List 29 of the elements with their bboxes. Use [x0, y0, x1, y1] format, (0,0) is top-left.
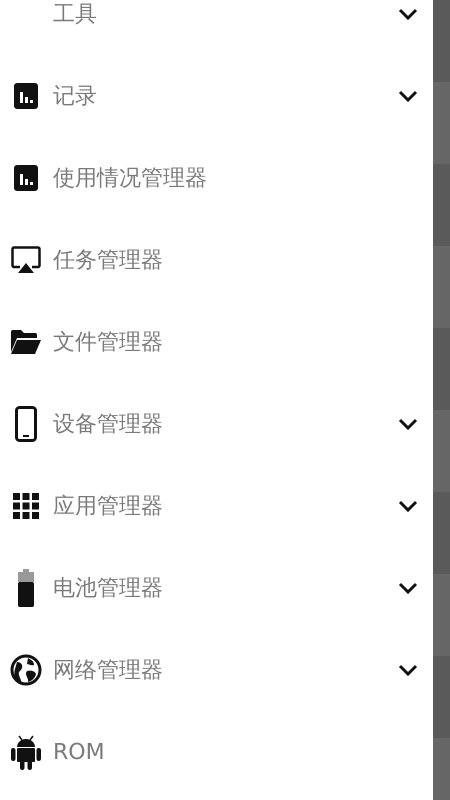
drawer-item[interactable]: 任务管理器 [0, 219, 433, 301]
battery-icon [18, 569, 34, 607]
globe-icon [10, 654, 42, 686]
drawer-item[interactable]: ROM [0, 711, 433, 793]
grid-icon [13, 493, 39, 519]
drawer-item[interactable]: 文件管理器 [0, 301, 433, 383]
item-label: 应用管理器 [53, 492, 164, 520]
item-label: 使用情况管理器 [53, 164, 208, 192]
item-label: 电池管理器 [53, 574, 164, 602]
item-label: 记录 [53, 82, 98, 110]
screen-cast-icon [11, 246, 41, 274]
drawer-item[interactable]: 工具 [0, 0, 433, 55]
drawer-item[interactable]: 使用情况管理器 [0, 137, 433, 219]
folder-icon [11, 330, 41, 354]
drawer-item[interactable]: 记录 [0, 55, 433, 137]
drawer-item[interactable]: 应用管理器 [0, 465, 433, 547]
item-label: 任务管理器 [53, 246, 164, 274]
drawer-item[interactable]: 网络管理器 [0, 629, 433, 711]
item-label: 网络管理器 [53, 656, 164, 684]
chart-icon [14, 83, 38, 109]
android-icon [11, 734, 41, 770]
item-label: 工具 [53, 0, 98, 28]
item-label: ROM [53, 738, 106, 766]
phone-icon [15, 406, 37, 442]
drawer-item[interactable]: 设备管理器 [0, 383, 433, 465]
item-label: 设备管理器 [53, 410, 164, 438]
drawer-item[interactable]: 电池管理器 [0, 547, 433, 629]
chart-icon [14, 165, 38, 191]
item-label: 文件管理器 [53, 328, 164, 356]
